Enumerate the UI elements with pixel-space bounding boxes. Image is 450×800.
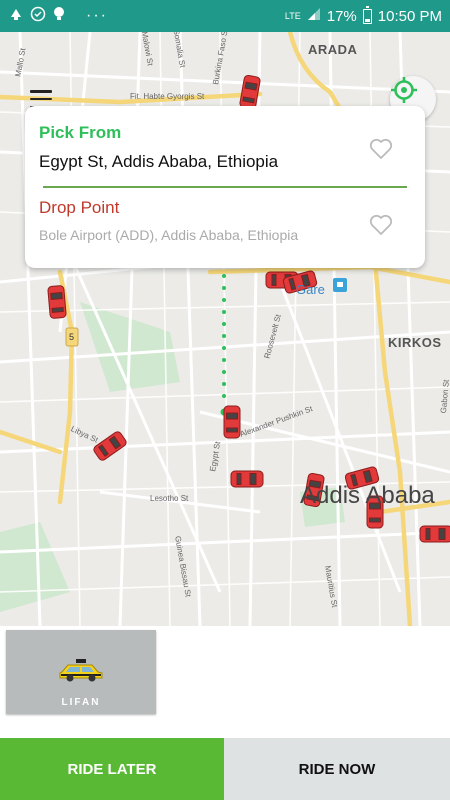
status-right-icons: LTE 17% 10:50 PM <box>284 5 442 25</box>
map-label-kirkos: KIRKOS <box>388 335 442 350</box>
car-type-label: LIFAN <box>61 697 101 708</box>
ride-now-button[interactable]: RIDE NOW <box>224 738 450 800</box>
map-label-addis-ababa: Addis Ababa <box>300 482 435 509</box>
signal-icon <box>307 7 321 25</box>
lightbulb-icon <box>52 6 66 26</box>
check-circle-icon <box>30 6 46 26</box>
clock: 10:50 PM <box>377 7 442 25</box>
car-type-strip: LIFAN <box>0 626 450 738</box>
map-label-route-5: 5 <box>69 332 75 342</box>
more-notifications: ··· <box>86 7 108 24</box>
pickup-location-field[interactable]: Egypt St, Addis Ababa, Ethiopia <box>39 152 278 172</box>
crosshair-icon <box>391 77 417 103</box>
battery-percent: 17% <box>326 7 357 25</box>
card-divider <box>43 186 407 188</box>
map-label-gabon-st: Gabon St <box>438 379 450 414</box>
map-label-habte-giyorgis: Fit. Habte Gyorgis St <box>130 92 205 101</box>
favorite-pickup-heart-icon[interactable] <box>369 138 393 160</box>
map-label-lesotho-st: Lesotho St <box>150 494 189 503</box>
status-left-icons: ··· <box>8 6 108 26</box>
map-label-gare: Gare <box>296 282 325 297</box>
map-label-arada: ARADA <box>308 42 358 57</box>
battery-icon <box>362 5 372 24</box>
dropoff-location-field[interactable]: Bole Airport (ADD), Addis Ababa, Ethiopi… <box>39 227 298 243</box>
status-bar: ··· LTE 17% 10:50 PM <box>0 0 450 32</box>
ride-later-button[interactable]: RIDE LATER <box>0 738 224 800</box>
drop-point-label: Drop Point <box>39 198 120 217</box>
location-card: Pick From Egypt St, Addis Ababa, Ethiopi… <box>25 106 425 268</box>
notification-icon <box>8 6 24 26</box>
pick-from-label: Pick From <box>39 123 122 142</box>
network-type: LTE <box>284 10 301 21</box>
favorite-dropoff-heart-icon[interactable] <box>369 214 393 236</box>
taxi-icon <box>59 659 103 682</box>
car-type-lifan[interactable]: LIFAN <box>6 630 156 714</box>
